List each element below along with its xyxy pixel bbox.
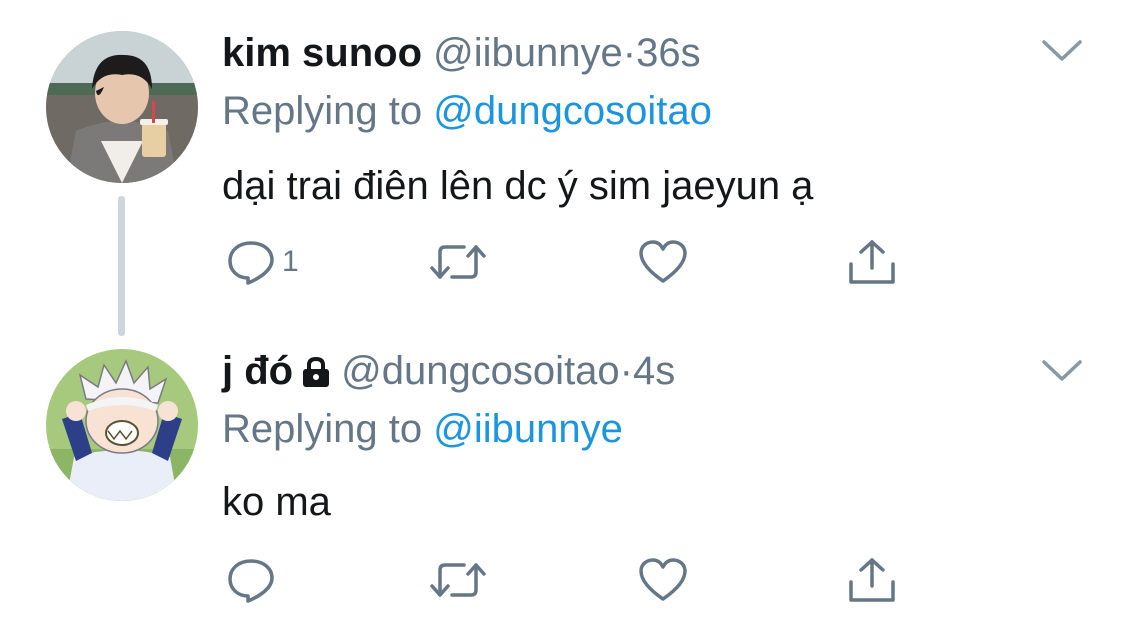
separator: · <box>622 31 637 75</box>
separator: · <box>619 349 633 393</box>
reply-icon <box>228 559 274 603</box>
heart-icon <box>639 240 687 283</box>
avatar-cartoon-icon <box>46 349 198 501</box>
share-button[interactable] <box>846 550 898 610</box>
tweet-text: dại trai điên lên dc ý sim jaeyun ạ <box>222 164 814 208</box>
heart-icon <box>639 558 687 601</box>
chevron-down-icon[interactable] <box>1040 38 1084 64</box>
avatar[interactable] <box>46 349 198 501</box>
user-handle[interactable]: @iibunnye <box>433 31 623 75</box>
share-button[interactable] <box>846 232 898 292</box>
user-handle[interactable]: @dungcosoitao <box>341 349 620 393</box>
lock-icon <box>303 356 330 387</box>
tweet[interactable]: j đó @dungcosoitao·4s Replying to @iibun… <box>0 330 1125 627</box>
replying-to: Replying to @iibunnye <box>222 405 623 453</box>
display-name[interactable]: kim sunoo <box>222 31 422 75</box>
tweet[interactable]: kim sunoo @iibunnye·36s Replying to @dun… <box>0 0 1125 336</box>
reply-count: 1 <box>282 245 299 278</box>
retweet-button[interactable] <box>428 232 488 292</box>
tweet-text: ko ma <box>222 480 331 524</box>
retweet-button[interactable] <box>428 550 488 610</box>
display-name[interactable]: j đó <box>222 349 293 393</box>
replying-prefix: Replying to <box>222 89 423 133</box>
reply-button[interactable]: 1 <box>226 232 299 292</box>
replying-to: Replying to @dungcosoitao <box>222 87 712 135</box>
share-icon <box>849 558 895 602</box>
reply-icon <box>228 241 274 285</box>
reply-button[interactable] <box>226 550 282 610</box>
like-button[interactable] <box>637 550 689 610</box>
timestamp[interactable]: 4s <box>633 349 675 393</box>
chevron-down-icon[interactable] <box>1040 358 1084 384</box>
replying-prefix: Replying to <box>222 407 423 451</box>
tweet-header: kim sunoo @iibunnye·36s <box>222 29 701 77</box>
action-bar <box>0 550 1125 610</box>
tweet-header: j đó @dungcosoitao·4s <box>222 347 675 395</box>
replying-to-link[interactable]: @dungcosoitao <box>433 89 712 133</box>
like-button[interactable] <box>637 232 689 292</box>
replying-to-link[interactable]: @iibunnye <box>433 407 623 451</box>
action-bar: 1 <box>0 232 1125 292</box>
avatar[interactable] <box>46 31 198 183</box>
timestamp[interactable]: 36s <box>636 31 701 75</box>
retweet-icon <box>430 245 486 279</box>
share-icon <box>849 240 895 284</box>
avatar-photo-icon <box>46 31 198 183</box>
retweet-icon <box>430 563 486 597</box>
